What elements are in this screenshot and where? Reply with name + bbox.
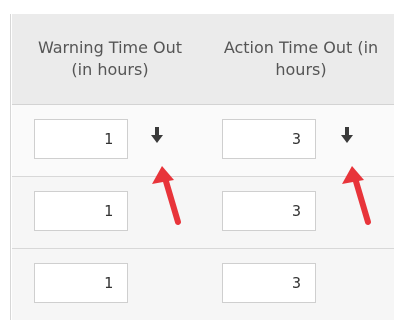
top-strip — [0, 0, 394, 14]
action-timeout-input[interactable] — [222, 263, 316, 303]
table-row — [208, 249, 394, 320]
table-row — [208, 105, 394, 177]
warning-timeout-input[interactable] — [34, 263, 128, 303]
table-row — [12, 105, 208, 177]
table-row — [208, 177, 394, 249]
table-border-left — [10, 14, 11, 320]
timeout-table: Warning Time Out (in hours) Action Time … — [0, 14, 394, 320]
column-action-timeout: Action Time Out (in hours) — [208, 14, 394, 320]
warning-timeout-input[interactable] — [34, 119, 128, 159]
action-timeout-input[interactable] — [222, 119, 316, 159]
warning-timeout-input[interactable] — [34, 191, 128, 231]
down-arrow-icon[interactable] — [150, 123, 164, 147]
down-arrow-icon[interactable] — [340, 123, 354, 147]
table-row — [12, 249, 208, 320]
column-warning-timeout: Warning Time Out (in hours) — [12, 14, 208, 320]
column-header-action-timeout: Action Time Out (in hours) — [208, 14, 394, 105]
column-header-warning-timeout: Warning Time Out (in hours) — [12, 14, 208, 105]
table-row — [12, 177, 208, 249]
action-timeout-input[interactable] — [222, 191, 316, 231]
